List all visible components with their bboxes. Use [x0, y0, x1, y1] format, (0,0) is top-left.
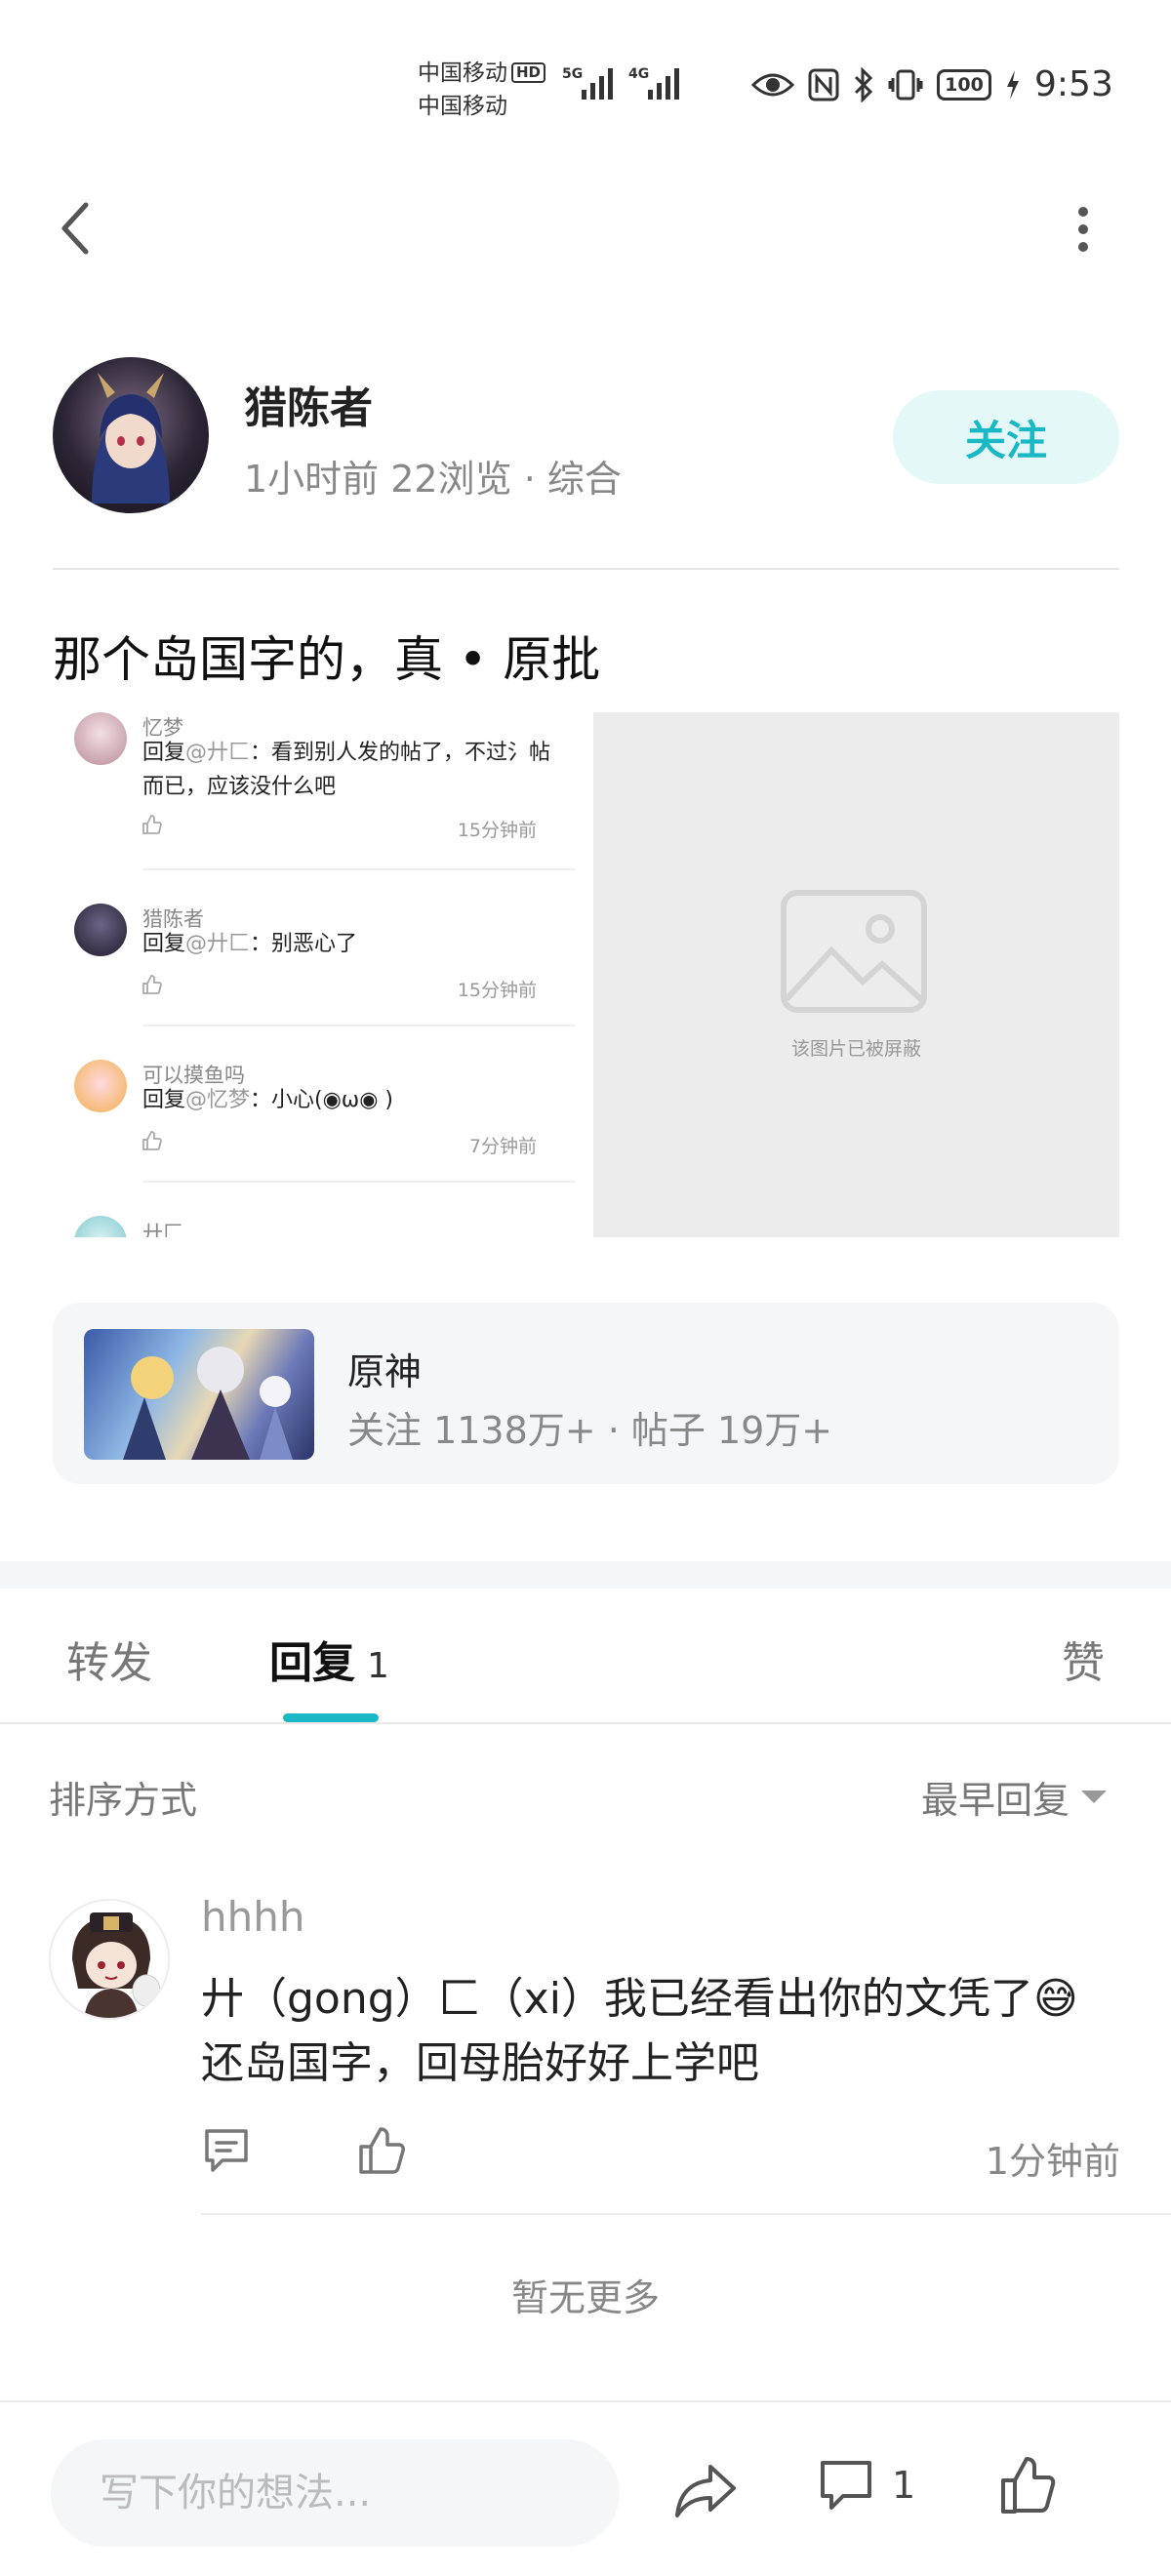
- embedded-avatar: [74, 1216, 127, 1237]
- post-image-screenshot[interactable]: 忆梦 回复@廾匚：看到别人发的帖了，不过氵帖而已，应该没什么吧 15分钟前 猎陈…: [53, 712, 576, 1237]
- tab-repost[interactable]: 转发: [66, 1628, 152, 1690]
- carrier-1: 中国移动: [418, 60, 507, 86]
- post-meta: 1小时前 22浏览 · 综合: [244, 458, 622, 501]
- tab-active-indicator: [283, 1713, 379, 1722]
- thumb-up-icon: [142, 975, 162, 994]
- clock: 9:53: [1034, 64, 1113, 104]
- sort-value: 最早回复: [921, 1779, 1070, 1822]
- embedded-comment-text: 回复@廾匚：看到别人发的帖了，不过氵帖而已，应该没什么吧: [142, 741, 551, 799]
- blocked-image[interactable]: 该图片已被屏蔽: [593, 712, 1119, 1237]
- like-button[interactable]: [997, 2453, 1058, 2516]
- share-icon: [675, 2465, 736, 2517]
- signal-bars-2-icon: [648, 64, 679, 100]
- divider: [142, 868, 576, 870]
- bluetooth-icon: [854, 66, 873, 102]
- reply-comment-button[interactable]: [201, 2125, 252, 2176]
- more-vertical-icon: [1078, 207, 1088, 252]
- reply-line: 廾（gong）匚（xi）我已经看出你的文凭了😅: [201, 1974, 1078, 2024]
- reply-avatar[interactable]: [49, 1899, 170, 2020]
- follow-button[interactable]: 关注: [893, 390, 1119, 484]
- more-options-button[interactable]: [1059, 195, 1108, 263]
- image-placeholder-icon: [781, 890, 927, 1013]
- author-name[interactable]: 猎陈者: [244, 373, 373, 435]
- comment-count: 1: [892, 2464, 916, 2507]
- carrier-info: 中国移动 HD 中国移动: [418, 57, 546, 123]
- vibrate-icon: [888, 69, 923, 100]
- chevron-left-icon: [61, 202, 89, 255]
- embedded-comment-time: 7分钟前: [468, 1136, 537, 1157]
- post-title: 那个岛国字的，真 • 原批: [53, 631, 601, 688]
- no-more-label: 暂无更多: [510, 2276, 660, 2319]
- bottom-action-bar: 写下你的想法... 1: [0, 2400, 1171, 2576]
- blocked-image-label: 该图片已被屏蔽: [790, 1038, 921, 1060]
- tab-like[interactable]: 赞: [1062, 1628, 1105, 1690]
- eye-icon: [751, 73, 794, 96]
- embedded-avatar: [74, 712, 127, 765]
- tab-reply-label: 回复: [269, 1638, 355, 1688]
- nfc-icon: [808, 68, 839, 101]
- carrier-2: 中国移动: [418, 94, 507, 119]
- forum-card[interactable]: 原神 关注 1138万+ · 帖子 19万+: [53, 1303, 1119, 1484]
- section-separator: [0, 1561, 1171, 1589]
- avatar-illustration: [92, 373, 170, 503]
- embedded-avatar: [74, 904, 127, 956]
- status-bar: 中国移动 HD 中国移动 5G 4G 100 9:53: [0, 0, 1171, 156]
- forum-cover-illustration: [123, 1347, 293, 1460]
- reply-content: 廾（gong）匚（xi）我已经看出你的文凭了😅 还岛国字，回母胎好好上学吧: [201, 1967, 1138, 2096]
- reply-time: 1分钟前: [985, 2140, 1120, 2183]
- network-4g-label: 4G: [628, 66, 650, 82]
- divider: [142, 1181, 576, 1183]
- embedded-comment-name: 廾匚: [142, 1222, 183, 1237]
- sort-dropdown[interactable]: 最早回复: [921, 1770, 1108, 1824]
- comment-input[interactable]: 写下你的想法...: [51, 2439, 620, 2547]
- status-icons: 100 9:53: [751, 64, 1113, 104]
- comment-icon: [821, 2461, 871, 2510]
- thumb-up-icon: [359, 2127, 405, 2174]
- charging-icon: [1007, 69, 1019, 100]
- signal-bars-1-icon: [582, 64, 613, 100]
- hd-badge: HD: [511, 62, 546, 83]
- thumb-up-icon: [142, 1131, 162, 1150]
- back-button[interactable]: [51, 195, 109, 263]
- forum-stats: 关注 1138万+ · 帖子 19万+: [347, 1409, 833, 1452]
- divider: [53, 568, 1119, 570]
- thumb-up-icon: [142, 815, 162, 834]
- reply-author-name[interactable]: hhhh: [201, 1893, 304, 1941]
- embedded-comment-text: 回复@忆梦：小心(◉ω◉ ): [142, 1088, 394, 1112]
- divider: [0, 1722, 1171, 1724]
- thumb-up-icon: [1001, 2457, 1056, 2514]
- embedded-avatar: [74, 1060, 127, 1112]
- embedded-comment-text: 回复@廾匚：别恶心了: [142, 932, 358, 956]
- battery-icon: 100: [937, 68, 991, 101]
- avatar-illustration: [72, 1912, 161, 2018]
- divider: [201, 2213, 1171, 2215]
- divider: [142, 1025, 576, 1026]
- comment-icon: [205, 2129, 248, 2172]
- dropdown-arrow-icon: [1081, 1791, 1108, 1803]
- reply-line: 还岛国字，回母胎好好上学吧: [201, 2038, 759, 2088]
- tab-reply[interactable]: 回复 1: [269, 1628, 389, 1690]
- share-button[interactable]: [673, 2461, 738, 2521]
- embedded-comment-time: 15分钟前: [457, 820, 537, 841]
- reply-like-button[interactable]: [355, 2123, 408, 2176]
- network-5g-label: 5G: [562, 66, 584, 82]
- author-avatar[interactable]: [53, 357, 209, 513]
- sort-label: 排序方式: [49, 1779, 198, 1822]
- comment-button[interactable]: 1: [818, 2457, 915, 2514]
- forum-cover-image: [84, 1329, 314, 1460]
- embedded-comment-time: 15分钟前: [457, 980, 537, 1001]
- forum-name: 原神: [347, 1350, 423, 1393]
- tab-reply-count: 1: [367, 1646, 389, 1686]
